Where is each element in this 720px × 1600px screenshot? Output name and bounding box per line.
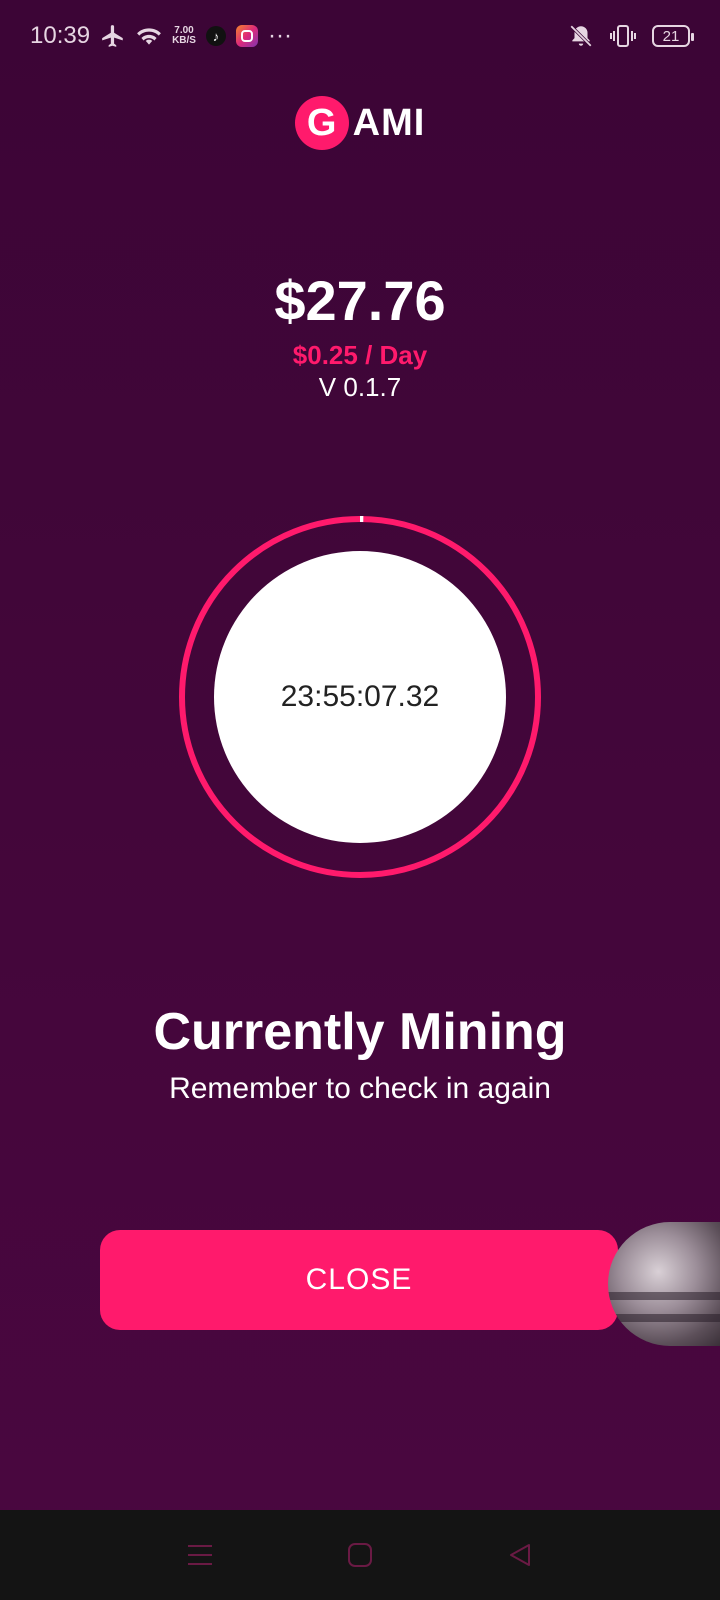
- clock: 10:39: [30, 22, 91, 49]
- mute-icon: [568, 23, 594, 49]
- avatar-texture: [608, 1314, 720, 1322]
- triangle-back-icon: [510, 1544, 530, 1566]
- battery-icon: 21: [652, 25, 694, 47]
- mining-rate: $0.25 / Day: [292, 340, 428, 370]
- system-nav-bar: [0, 1510, 720, 1600]
- square-home-icon: [348, 1543, 372, 1567]
- balance-amount: $27.76: [274, 269, 446, 332]
- app-version: V 0.1.7: [318, 372, 402, 402]
- home-button[interactable]: [340, 1535, 380, 1575]
- status-subline: Remember to check in again: [169, 1072, 551, 1105]
- status-headline: Currently Mining: [153, 1003, 567, 1061]
- more-notifications: ···: [267, 22, 292, 49]
- logo-text: AMI: [352, 101, 426, 144]
- logo-letter: G: [294, 96, 349, 150]
- countdown-timer: 23:55:07.32: [280, 680, 440, 713]
- status-bar: 10:39 7.00 KB/S ♪ ··· 21: [0, 0, 720, 72]
- network-speed-unit: KB/S: [172, 35, 196, 46]
- floating-avatar-bubble[interactable]: [608, 1222, 720, 1346]
- network-speed: 7.00 KB/S: [172, 26, 196, 46]
- app-logo: G AMI: [0, 96, 720, 150]
- instagram-icon: [235, 25, 258, 47]
- back-button[interactable]: [500, 1535, 540, 1575]
- vibrate-icon: [608, 23, 638, 49]
- avatar-texture: [608, 1292, 720, 1300]
- battery-level: 21: [662, 27, 680, 45]
- recents-button[interactable]: [180, 1535, 220, 1575]
- tiktok-icon: ♪: [205, 26, 226, 46]
- status-right: 21: [568, 23, 694, 49]
- status-left: 10:39 7.00 KB/S ♪ ···: [30, 22, 292, 50]
- mining-timer-ring: 23:55:07.32: [175, 512, 545, 882]
- airplane-icon: [100, 23, 126, 49]
- close-button[interactable]: CLOSE: [100, 1230, 618, 1330]
- wifi-icon: [136, 25, 162, 47]
- menu-lines-icon: [188, 1545, 212, 1565]
